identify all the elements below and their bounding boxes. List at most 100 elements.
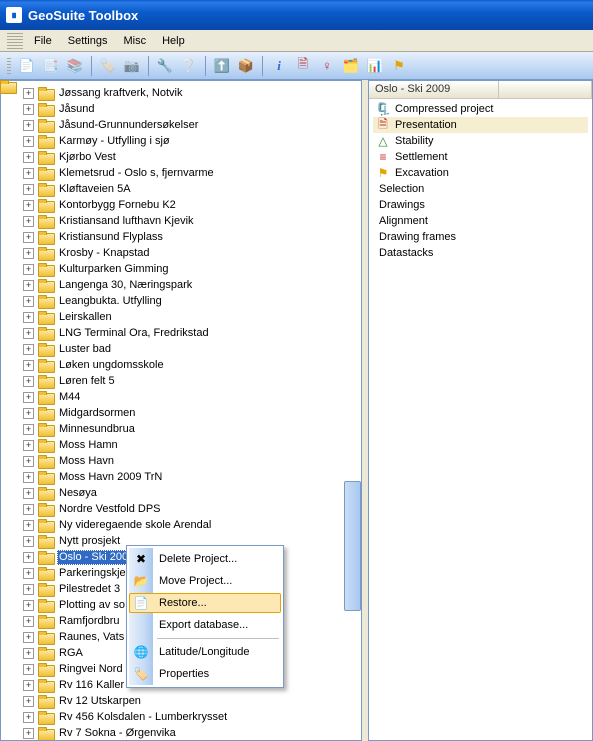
- info-icon[interactable]: i: [268, 55, 290, 77]
- tree-label[interactable]: Jåsund: [57, 102, 96, 117]
- help-icon[interactable]: ❔: [178, 55, 200, 77]
- tree-row[interactable]: +Rv 456 Kolsdalen - Lumberkrysset: [9, 709, 361, 725]
- tree-row[interactable]: +Kristiansund Flyplass: [9, 229, 361, 245]
- tree-label[interactable]: Langenga 30, Næringspark: [57, 278, 194, 293]
- detail-item[interactable]: Drawing frames: [373, 229, 588, 245]
- chart-icon[interactable]: 📊: [364, 55, 386, 77]
- detail-item[interactable]: △Stability: [373, 133, 588, 149]
- detail-item[interactable]: ≡Settlement: [373, 149, 588, 165]
- tree-row[interactable]: +Luster bad: [9, 341, 361, 357]
- expand-icon[interactable]: +: [23, 616, 34, 627]
- context-item-move[interactable]: 📂Move Project...: [129, 570, 281, 592]
- tree-label[interactable]: Ramfjordbru: [57, 614, 122, 629]
- expand-icon[interactable]: +: [23, 728, 34, 739]
- expand-icon[interactable]: +: [23, 440, 34, 451]
- tree-row[interactable]: + Rv 12 Utskarpen: [9, 693, 361, 709]
- tree-row[interactable]: + Ny videregaende skole Arendal: [9, 517, 361, 533]
- tree-label[interactable]: Klemetsrud - Oslo s, fjernvarme: [57, 166, 216, 181]
- tree-label[interactable]: Kulturparken Gimming: [57, 262, 170, 277]
- expand-icon[interactable]: +: [23, 696, 34, 707]
- tree-row[interactable]: + M44: [9, 389, 361, 405]
- tree-label[interactable]: Oslo - Ski 2009: [57, 550, 136, 565]
- expand-icon[interactable]: +: [23, 312, 34, 323]
- tree-label[interactable]: Kløftaveien 5A: [57, 182, 133, 197]
- expand-icon[interactable]: +: [23, 568, 34, 579]
- menu-file[interactable]: File: [26, 33, 60, 49]
- tree-row[interactable]: +Krosby - Knapstad: [9, 245, 361, 261]
- tree-row[interactable]: +Rv 7 Sokna - Ørgenvika: [9, 725, 361, 741]
- tree-label[interactable]: Løren felt 5: [57, 374, 117, 389]
- tbtn-5-icon[interactable]: 📷: [121, 55, 143, 77]
- tree-row[interactable]: + Kulturparken Gimming: [9, 261, 361, 277]
- tbtn-4-icon[interactable]: 🏷️: [97, 55, 119, 77]
- expand-icon[interactable]: +: [23, 664, 34, 675]
- detail-item[interactable]: ⚑Excavation: [373, 165, 588, 181]
- tree-label[interactable]: Leangbukta. Utfylling: [57, 294, 164, 309]
- tree-label[interactable]: Rv 12 Utskarpen: [57, 694, 143, 709]
- menu-help[interactable]: Help: [154, 33, 193, 49]
- tree-label[interactable]: Leirskallen: [57, 310, 114, 325]
- toolbar-grip[interactable]: [7, 58, 11, 74]
- tree-row[interactable]: + Leirskallen: [9, 309, 361, 325]
- expand-icon[interactable]: +: [23, 600, 34, 611]
- context-item-props[interactable]: 🏷️Properties: [129, 663, 281, 685]
- expand-icon[interactable]: +: [23, 520, 34, 531]
- tree-label[interactable]: Luster bad: [57, 342, 113, 357]
- tree-label[interactable]: Minnesundbrua: [57, 422, 137, 437]
- tree-row[interactable]: +Jåsund-Grunnundersøkelser: [9, 117, 361, 133]
- tree-label[interactable]: M44: [57, 390, 82, 405]
- tree-label[interactable]: Rv 116 Kaller: [57, 678, 126, 693]
- tree-label[interactable]: Moss Havn: [57, 454, 116, 469]
- tree-label[interactable]: Ringvei Nord: [57, 662, 125, 677]
- tree-label[interactable]: Jøssang kraftverk, Notvik: [57, 86, 184, 101]
- box-icon[interactable]: 📦: [235, 55, 257, 77]
- tree-label[interactable]: Raunes, Vats: [57, 630, 126, 645]
- tree-row[interactable]: +Midgardsormen: [9, 405, 361, 421]
- detail-header-title[interactable]: Oslo - Ski 2009: [369, 81, 499, 98]
- tree-label[interactable]: Moss Hamn: [57, 438, 120, 453]
- expand-icon[interactable]: +: [23, 88, 34, 99]
- tree-row[interactable]: +Nordre Vestfold DPS: [9, 501, 361, 517]
- tree-row[interactable]: + Kristiansand lufthavn Kjevik: [9, 213, 361, 229]
- detail-item[interactable]: Datastacks: [373, 245, 588, 261]
- tree-label[interactable]: Karmøy - Utfylling i sjø: [57, 134, 172, 149]
- detail-item[interactable]: Selection: [373, 181, 588, 197]
- tree-label[interactable]: Ny videregaende skole Arendal: [57, 518, 213, 533]
- expand-icon[interactable]: +: [23, 216, 34, 227]
- tree-label[interactable]: Nytt prosjekt: [57, 534, 122, 549]
- context-item-export[interactable]: Export database...: [129, 614, 281, 636]
- expand-icon[interactable]: +: [23, 168, 34, 179]
- tree-label[interactable]: Parkeringskje: [57, 566, 128, 581]
- tree-label[interactable]: Kristiansand lufthavn Kjevik: [57, 214, 196, 229]
- menu-settings[interactable]: Settings: [60, 33, 116, 49]
- expand-icon[interactable]: +: [23, 392, 34, 403]
- detail-list[interactable]: 🗜️Compressed project🗎Presentation△Stabil…: [369, 99, 592, 740]
- tree-row[interactable]: +Moss Havn 2009 TrN: [9, 469, 361, 485]
- tree-label[interactable]: Jåsund-Grunnundersøkelser: [57, 118, 200, 133]
- expand-icon[interactable]: +: [23, 264, 34, 275]
- tree-row[interactable]: +Minnesundbrua: [9, 421, 361, 437]
- context-item-restore[interactable]: 📄Restore...: [129, 593, 281, 613]
- tree-label[interactable]: LNG Terminal Ora, Fredrikstad: [57, 326, 211, 341]
- expand-icon[interactable]: +: [23, 328, 34, 339]
- tree-label[interactable]: Rv 456 Kolsdalen - Lumberkrysset: [57, 710, 229, 725]
- tree-label[interactable]: RGA: [57, 646, 85, 661]
- expand-icon[interactable]: +: [23, 232, 34, 243]
- copy-icon[interactable]: 📑: [40, 55, 62, 77]
- tree-row[interactable]: + Moss Hamn: [9, 437, 361, 453]
- tree-row[interactable]: + Jøssang kraftverk, Notvik: [9, 85, 361, 101]
- expand-icon[interactable]: +: [23, 296, 34, 307]
- expand-icon[interactable]: +: [23, 136, 34, 147]
- menu-misc[interactable]: Misc: [115, 33, 154, 49]
- detail-item[interactable]: Alignment: [373, 213, 588, 229]
- expand-icon[interactable]: +: [23, 632, 34, 643]
- up-icon[interactable]: ⬆️: [211, 55, 233, 77]
- tree-label[interactable]: Krosby - Knapstad: [57, 246, 152, 261]
- tree-label[interactable]: Løken ungdomsskole: [57, 358, 166, 373]
- detail-header[interactable]: Oslo - Ski 2009: [369, 81, 592, 99]
- tree-row[interactable]: + LNG Terminal Ora, Fredrikstad: [9, 325, 361, 341]
- expand-icon[interactable]: +: [23, 456, 34, 467]
- detail-item[interactable]: Drawings: [373, 197, 588, 213]
- multi-icon[interactable]: 📚: [64, 55, 86, 77]
- layers-icon[interactable]: 🗂️: [340, 55, 362, 77]
